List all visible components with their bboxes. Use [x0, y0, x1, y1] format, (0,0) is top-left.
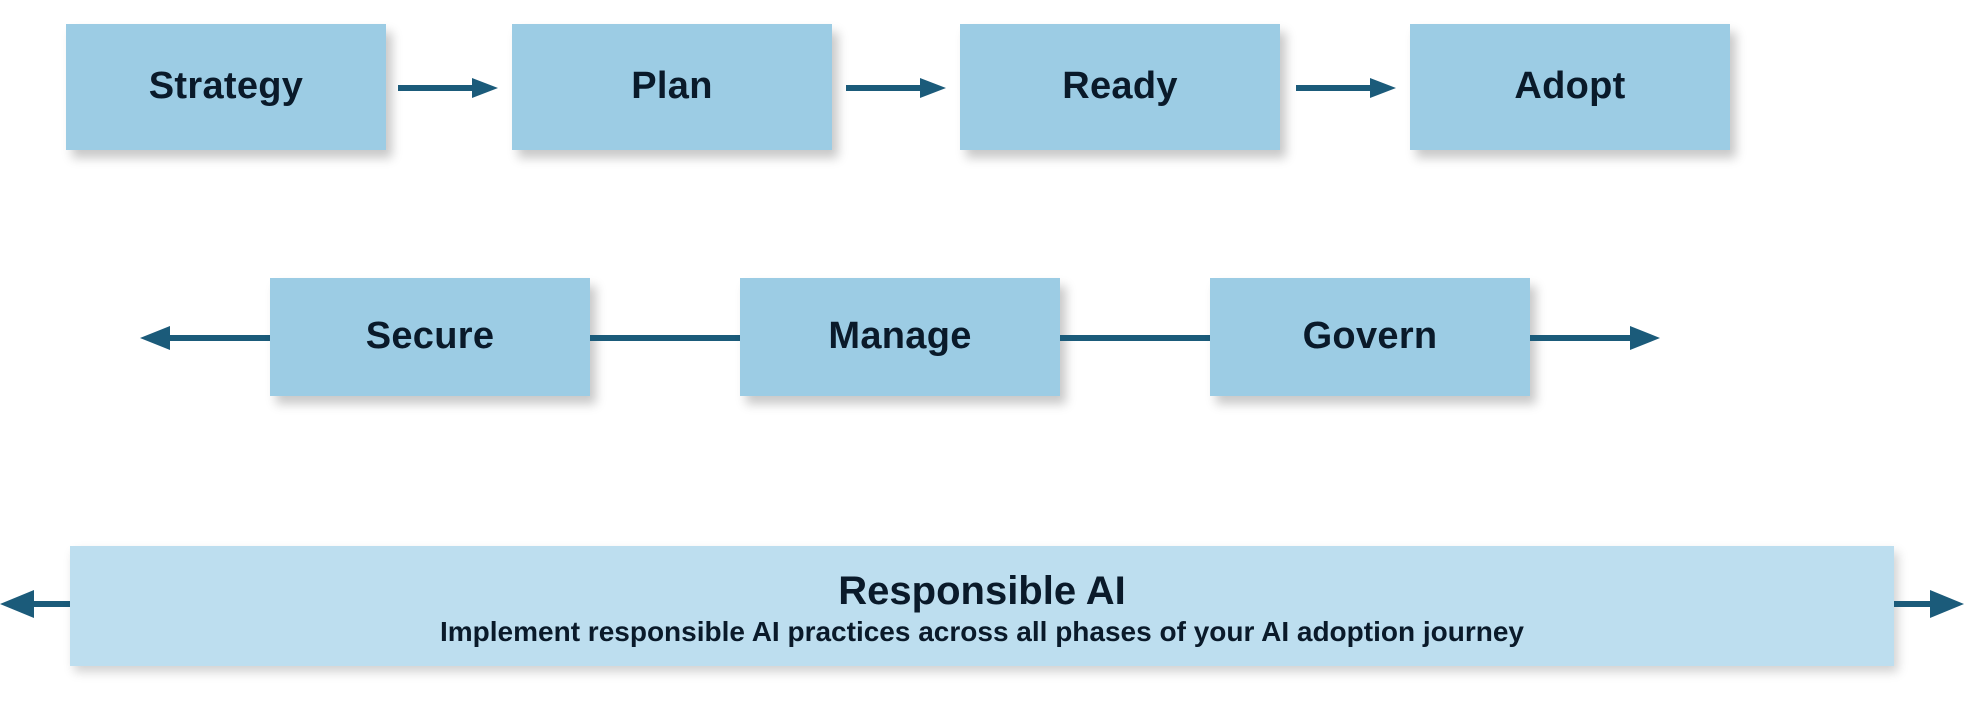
phase-plan: Plan	[512, 24, 832, 150]
phase-govern: Govern	[1210, 278, 1530, 396]
phase-ready: Ready	[960, 24, 1280, 150]
phase-strategy: Strategy	[66, 24, 386, 150]
arrow-left-icon	[140, 326, 270, 350]
phase-manage: Manage	[740, 278, 1060, 396]
arrow-left-icon	[0, 590, 70, 618]
responsible-ai-banner: Responsible AI Implement responsible AI …	[70, 546, 1894, 666]
arrow-right-icon	[1530, 326, 1660, 350]
phase-ready-label: Ready	[1062, 66, 1178, 108]
connector-line-icon	[590, 326, 740, 350]
arrow-right-icon	[846, 78, 946, 98]
arrow-right-icon	[1296, 78, 1396, 98]
arrow-right-icon	[398, 78, 498, 98]
phase-secure: Secure	[270, 278, 590, 396]
responsible-ai-title: Responsible AI	[838, 569, 1125, 614]
diagram-canvas: Strategy Plan Ready Adopt Secure Manage	[0, 0, 1964, 722]
phase-plan-label: Plan	[631, 66, 712, 108]
phase-govern-label: Govern	[1303, 316, 1438, 358]
phase-strategy-label: Strategy	[149, 66, 303, 108]
arrow-right-icon	[1894, 590, 1964, 618]
phase-adopt: Adopt	[1410, 24, 1730, 150]
phase-secure-label: Secure	[366, 316, 495, 358]
connector-line-icon	[1060, 326, 1210, 350]
phase-manage-label: Manage	[828, 316, 971, 358]
phase-adopt-label: Adopt	[1514, 66, 1625, 108]
responsible-ai-subtitle: Implement responsible AI practices acros…	[440, 616, 1524, 648]
